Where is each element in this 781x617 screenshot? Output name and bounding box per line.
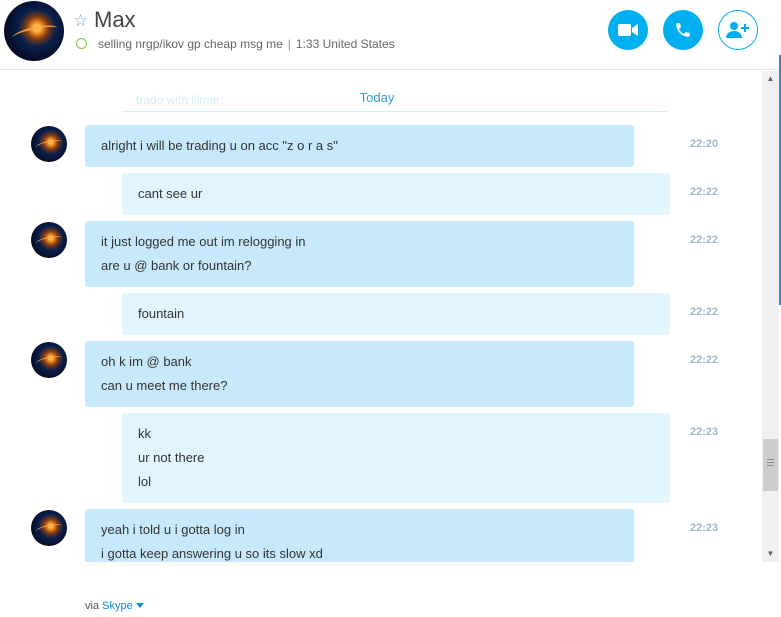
message-line: cant see ur — [138, 186, 203, 201]
scroll-up-arrow-icon[interactable]: ▲ — [762, 71, 779, 87]
contact-status-line: selling nrgp/ikov gp cheap msg me | 1:33 U… — [98, 36, 395, 52]
incoming-message[interactable]: yeah i told u i gotta log in i gotta kee… — [85, 509, 634, 562]
video-call-button[interactable] — [608, 10, 648, 50]
vertical-scrollbar[interactable]: ▲ ▼ — [762, 71, 779, 562]
message-timestamp: 22:22 — [690, 234, 719, 246]
message-line: kk — [138, 426, 151, 441]
scroll-down-arrow-icon[interactable]: ▼ — [762, 546, 779, 562]
conversation-header: ☆ Max selling nrgp/ikov gp cheap msg me |… — [0, 0, 781, 70]
audio-call-button[interactable] — [663, 10, 703, 50]
date-divider: trade with lilmar Today — [122, 77, 668, 112]
sender-avatar[interactable] — [31, 126, 67, 162]
sender-avatar[interactable] — [31, 222, 67, 258]
incoming-message[interactable]: it just logged me out im relogging in ar… — [85, 221, 634, 287]
message-timestamp: 22:22 — [690, 354, 719, 366]
message-line: yeah i told u i gotta log in — [101, 522, 245, 537]
message-line: can u meet me there? — [101, 378, 228, 393]
sender-avatar[interactable] — [31, 342, 67, 378]
message-line: are u @ bank or fountain? — [101, 258, 252, 273]
add-person-icon — [726, 22, 749, 38]
date-divider-label: Today — [359, 90, 395, 105]
add-participant-button[interactable] — [718, 10, 758, 50]
message-timestamp: 22:22 — [690, 306, 719, 318]
message-timestamp: 22:22 — [690, 186, 719, 198]
contact-avatar[interactable] — [4, 1, 64, 61]
message-line: oh k im @ bank — [101, 354, 192, 369]
message-line: ur not there — [138, 450, 205, 465]
status-separator: | — [287, 37, 291, 51]
message-timestamp: 22:23 — [690, 522, 719, 534]
message-line: alright i will be trading u on acc "z o … — [101, 138, 338, 153]
incoming-message[interactable]: oh k im @ bank can u meet me there? — [85, 341, 634, 407]
grip-icon — [767, 459, 774, 460]
via-label: via — [85, 600, 100, 612]
message-line: lol — [138, 474, 152, 489]
outgoing-message[interactable]: kk ur not there lol — [122, 413, 670, 503]
message-timestamp: 22:23 — [690, 426, 719, 438]
scrollbar-thumb[interactable] — [763, 439, 778, 491]
service-picker[interactable]: Skype — [102, 600, 144, 612]
message-line: fountain — [138, 306, 185, 321]
message-line: i gotta keep answering u so its slow xd — [101, 546, 323, 561]
conversation-window: ☆ Max selling nrgp/ikov gp cheap msg me |… — [0, 0, 781, 617]
phone-icon — [676, 23, 690, 37]
star-outline-icon[interactable]: ☆ — [73, 11, 88, 31]
message-line: it just logged me out im relogging in — [101, 234, 306, 249]
video-camera-icon — [618, 24, 638, 36]
via-service-selector: via Skype — [85, 600, 144, 612]
contact-name[interactable]: Max — [94, 7, 136, 33]
incoming-message[interactable]: alright i will be trading u on acc "z o … — [85, 125, 634, 167]
local-time: 1:33 United States — [295, 37, 395, 51]
chevron-down-icon — [135, 603, 144, 608]
sender-avatar[interactable] — [31, 510, 67, 546]
online-ring-icon — [76, 38, 87, 49]
message-history[interactable]: trade with lilmar Today alright i will b… — [0, 71, 762, 562]
outgoing-message[interactable]: cant see ur — [122, 173, 670, 215]
service-name: Skype — [102, 600, 133, 612]
message-timestamp: 22:20 — [690, 138, 719, 150]
outgoing-message[interactable]: fountain — [122, 293, 670, 335]
mood-message: selling nrgp/ikov gp cheap msg me — [98, 37, 283, 51]
